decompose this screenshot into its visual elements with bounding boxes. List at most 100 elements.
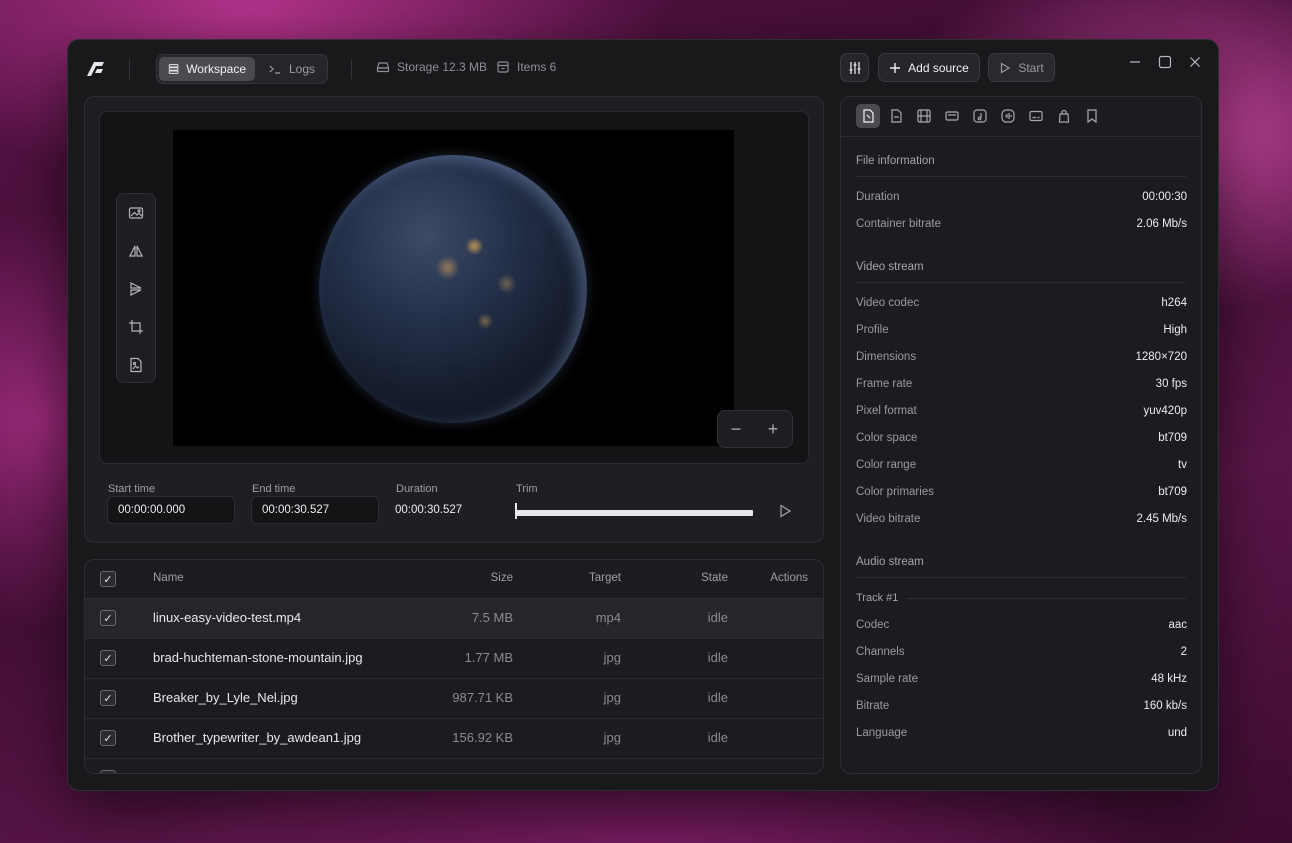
file-target[interactable]: jpg [604,730,621,745]
info-key: Duration [856,191,900,203]
column-size[interactable]: Size [491,572,513,584]
file-name: linux-easy-video-test.mp4 [153,610,302,625]
tab-convert[interactable] [884,104,908,128]
minimize-button[interactable] [1125,52,1145,72]
tab-workspace-label: Workspace [186,62,246,76]
tab-attachments[interactable] [1052,104,1076,128]
column-name[interactable]: Name [153,572,184,584]
flip-horizontal-icon [129,245,143,257]
editor-toolbar [116,193,156,383]
info-value: 30 fps [1155,378,1187,390]
table-row[interactable]: ✓ linux-easy-video-test.mp4 7.5 MB mp4 i… [85,599,823,639]
tab-chapters[interactable] [1080,104,1104,128]
info-value: aac [1168,619,1187,631]
drive-icon [376,62,390,73]
end-time-input[interactable] [251,496,379,524]
trim-slider[interactable] [515,510,753,516]
start-time-input[interactable] [107,496,235,524]
info-value: tv [1178,459,1187,471]
zoom-controls: − + [717,410,793,448]
table-header: ✓ Name Size Target State Actions [85,560,823,599]
trim-start-handle[interactable] [515,503,517,519]
close-button[interactable] [1185,52,1205,72]
tab-audio[interactable] [968,104,992,128]
image-settings-button[interactable] [126,355,146,375]
info-value: 2 [1180,646,1187,658]
start-time-label: Start time [108,483,156,495]
tab-logs[interactable]: Logs [259,57,325,81]
tab-subtitles[interactable] [1024,104,1048,128]
row-checkbox[interactable]: ✓ [100,610,116,626]
add-source-button[interactable]: Add source [878,53,980,82]
earth-image [319,155,587,423]
row-checkbox[interactable]: ✓ [100,690,116,706]
info-key: Color primaries [856,486,934,498]
audio-stream-title: Audio stream [856,556,924,568]
tab-display[interactable] [940,104,964,128]
file-target[interactable]: jpg [604,650,621,665]
start-button[interactable]: Start [988,53,1055,82]
info-value: bt709 [1158,432,1187,444]
select-all-checkbox[interactable]: ✓ [100,571,116,587]
flip-vertical-icon [130,282,142,296]
row-checkbox[interactable]: ✓ [100,730,116,746]
tab-waveform[interactable] [996,104,1020,128]
file-target[interactable]: jpg [604,690,621,705]
info-value: 2.45 Mb/s [1136,513,1188,525]
flip-horizontal-button[interactable] [126,241,146,261]
column-target[interactable]: Target [589,572,621,584]
file-target[interactable]: mp4 [596,610,621,625]
editor-panel: − + Start time End time Duration 00:00:3… [84,96,824,543]
table-row[interactable]: ✓ Brother_typewriter_by_awdean1.jpg 156.… [85,719,823,759]
image-tool-button[interactable] [126,203,146,223]
start-label: Start [1018,60,1044,75]
image-edit-icon [128,207,144,219]
trim-label: Trim [516,483,538,495]
crop-button[interactable] [126,317,146,337]
tab-video[interactable] [912,104,936,128]
duration-label: Duration [396,483,438,495]
settings-button[interactable] [840,53,869,82]
row-checkbox[interactable] [100,770,116,773]
column-state[interactable]: State [701,572,728,584]
sliders-icon [849,61,860,74]
app-logo-icon [87,62,104,76]
info-key: Video bitrate [856,513,921,525]
layers-icon [168,64,179,74]
table-row[interactable]: ✓ brad-huchteman-stone-mountain.jpg 1.77… [85,639,823,679]
tab-file-info[interactable] [856,104,880,128]
file-image-icon [130,357,142,373]
info-value: bt709 [1158,486,1187,498]
terminal-icon [269,65,280,74]
video-preview[interactable] [173,130,734,446]
maximize-button[interactable] [1155,52,1175,72]
info-value: 00:00:30 [1142,191,1187,203]
duration-value: 00:00:30.527 [395,504,463,516]
zoom-out-button[interactable]: − [726,419,746,439]
zoom-in-button[interactable]: + [763,419,783,439]
media-info-panel: File information Duration 00:00:30 Conta… [840,96,1202,774]
row-checkbox[interactable]: ✓ [100,650,116,666]
info-key: Codec [856,619,890,631]
bookmark-icon [1087,109,1097,124]
crop-icon [129,320,143,334]
waveform-icon [1001,109,1015,123]
file-name: Breaker_by_Lyle_Nel.jpg [153,690,298,705]
tab-workspace[interactable]: Workspace [159,57,255,81]
check-icon: ✓ [103,612,113,625]
info-value: h264 [1161,297,1187,309]
title-bar: Workspace Logs Storage 12.3 MB Items 6 A… [68,40,1218,96]
file-size: 7.5 MB [471,610,513,625]
video-stream-title: Video stream [856,261,924,273]
table-row[interactable]: ✓ Breaker_by_Lyle_Nel.jpg 987.71 KB jpg … [85,679,823,719]
info-key: Sample rate [856,673,919,685]
app-window: Workspace Logs Storage 12.3 MB Items 6 A… [67,39,1219,791]
flip-vertical-button[interactable] [126,279,146,299]
add-source-label: Add source [908,60,969,75]
info-value: 1280×720 [1135,351,1188,363]
preview-play-icon[interactable] [777,503,793,519]
file-name: brad-huchteman-stone-mountain.jpg [153,650,363,665]
file-info-title: File information [856,155,935,167]
table-row-partial[interactable] [85,759,823,773]
file-state: idle [707,610,728,625]
